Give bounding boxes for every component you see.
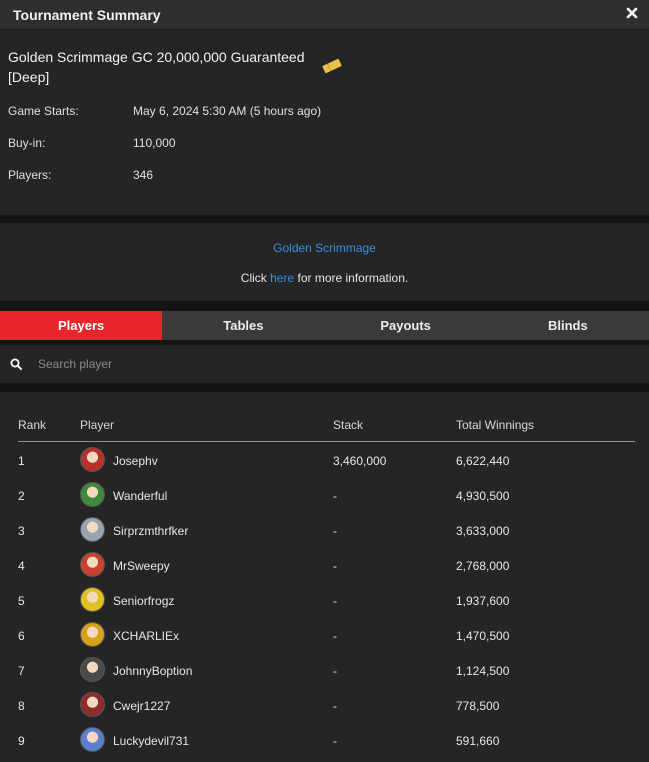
field-label: Buy-in: <box>8 136 46 150</box>
player-name[interactable]: Wanderful <box>113 489 167 503</box>
avatar <box>80 447 105 472</box>
title-bar: Tournament Summary <box>0 0 649 30</box>
tab-payouts[interactable]: Payouts <box>325 311 487 340</box>
more-info-suffix: for more information. <box>294 271 409 285</box>
player-name[interactable]: XCHARLIEx <box>113 629 179 643</box>
winnings-cell: 6,622,440 <box>456 454 510 468</box>
tournament-name: Golden Scrimmage GC 20,000,000 Guarantee… <box>8 49 305 85</box>
tab-blinds[interactable]: Blinds <box>487 311 649 340</box>
avatar <box>80 482 105 507</box>
stack-cell: - <box>333 664 337 678</box>
rank-cell: 6 <box>18 629 25 643</box>
stack-cell: 3,460,000 <box>333 454 387 468</box>
winnings-cell: 4,930,500 <box>456 489 510 503</box>
tab-bar: Players Tables Payouts Blinds <box>0 311 649 340</box>
rank-cell: 3 <box>18 524 25 538</box>
avatar <box>80 552 105 577</box>
stack-cell: - <box>333 489 337 503</box>
table-row[interactable]: 9 Luckydevil731 - 591,660 <box>18 722 635 757</box>
stack-cell: - <box>333 559 337 573</box>
stack-cell: - <box>333 594 337 608</box>
search-input[interactable] <box>38 353 618 375</box>
header-rank[interactable]: Rank <box>18 418 46 432</box>
ticket-icon <box>322 58 342 74</box>
stack-cell: - <box>333 629 337 643</box>
window-title: Tournament Summary <box>13 7 161 23</box>
winnings-cell: 778,500 <box>456 699 500 713</box>
table-header: Rank Player Stack Total Winnings <box>18 418 635 442</box>
stack-cell: - <box>333 734 337 748</box>
player-name[interactable]: Seniorfrogz <box>113 594 174 608</box>
players-table: Rank Player Stack Total Winnings 1 Josep… <box>0 392 649 762</box>
more-info-link[interactable]: here <box>270 271 294 285</box>
avatar <box>80 622 105 647</box>
series-info-panel: Golden Scrimmage Click here for more inf… <box>0 223 649 301</box>
rank-cell: 9 <box>18 734 25 748</box>
tab-tables[interactable]: Tables <box>162 311 324 340</box>
rank-cell: 5 <box>18 594 25 608</box>
winnings-cell: 1,937,600 <box>456 594 510 608</box>
avatar <box>80 692 105 717</box>
search-bar <box>0 345 649 383</box>
winnings-cell: 1,124,500 <box>456 664 510 678</box>
table-row[interactable]: 5 Seniorfrogz - 1,937,600 <box>18 582 635 617</box>
stack-cell: - <box>333 699 337 713</box>
rank-cell: 1 <box>18 454 25 468</box>
tournament-info-panel: Golden Scrimmage GC 20,000,000 Guarantee… <box>0 30 649 215</box>
field-value: 110,000 <box>133 136 176 150</box>
table-row[interactable]: 4 MrSweepy - 2,768,000 <box>18 547 635 582</box>
more-info-text: Click here for more information. <box>0 271 649 285</box>
table-row[interactable]: 6 XCHARLIEx - 1,470,500 <box>18 617 635 652</box>
stack-cell: - <box>333 524 337 538</box>
winnings-cell: 591,660 <box>456 734 500 748</box>
field-label: Game Starts: <box>8 104 79 118</box>
avatar <box>80 587 105 612</box>
table-row[interactable]: 8 Cwejr1227 - 778,500 <box>18 687 635 722</box>
tab-players[interactable]: Players <box>0 311 163 340</box>
rank-cell: 2 <box>18 489 25 503</box>
winnings-cell: 2,768,000 <box>456 559 510 573</box>
avatar <box>80 657 105 682</box>
player-name[interactable]: MrSweepy <box>113 559 170 573</box>
player-name[interactable]: Sirprzmthrfker <box>113 524 188 538</box>
player-name[interactable]: Luckydevil731 <box>113 734 189 748</box>
avatar <box>80 517 105 542</box>
field-value: 346 <box>133 168 154 182</box>
table-row[interactable]: 2 Wanderful - 4,930,500 <box>18 477 635 512</box>
header-total-winnings[interactable]: Total Winnings <box>456 418 534 432</box>
close-icon[interactable] <box>625 6 639 20</box>
rank-cell: 4 <box>18 559 25 573</box>
winnings-cell: 3,633,000 <box>456 524 510 538</box>
player-name[interactable]: Josephv <box>113 454 158 468</box>
player-name[interactable]: JohnnyBoption <box>113 664 192 678</box>
winnings-cell: 1,470,500 <box>456 629 510 643</box>
header-stack[interactable]: Stack <box>333 418 363 432</box>
table-row[interactable]: 1 Josephv 3,460,000 6,622,440 <box>18 442 635 477</box>
table-row[interactable]: 3 Sirprzmthrfker - 3,633,000 <box>18 512 635 547</box>
avatar <box>80 727 105 752</box>
series-link[interactable]: Golden Scrimmage <box>0 241 649 255</box>
player-name[interactable]: Cwejr1227 <box>113 699 170 713</box>
table-row[interactable]: 7 JohnnyBoption - 1,124,500 <box>18 652 635 687</box>
header-player[interactable]: Player <box>80 418 114 432</box>
rank-cell: 8 <box>18 699 25 713</box>
rank-cell: 7 <box>18 664 25 678</box>
table-body: 1 Josephv 3,460,000 6,622,440 2 Wanderfu… <box>18 442 635 757</box>
field-value: May 6, 2024 5:30 AM (5 hours ago) <box>133 104 322 118</box>
more-info-prefix: Click <box>240 271 271 285</box>
field-label: Players: <box>8 168 52 182</box>
search-icon <box>10 358 22 370</box>
